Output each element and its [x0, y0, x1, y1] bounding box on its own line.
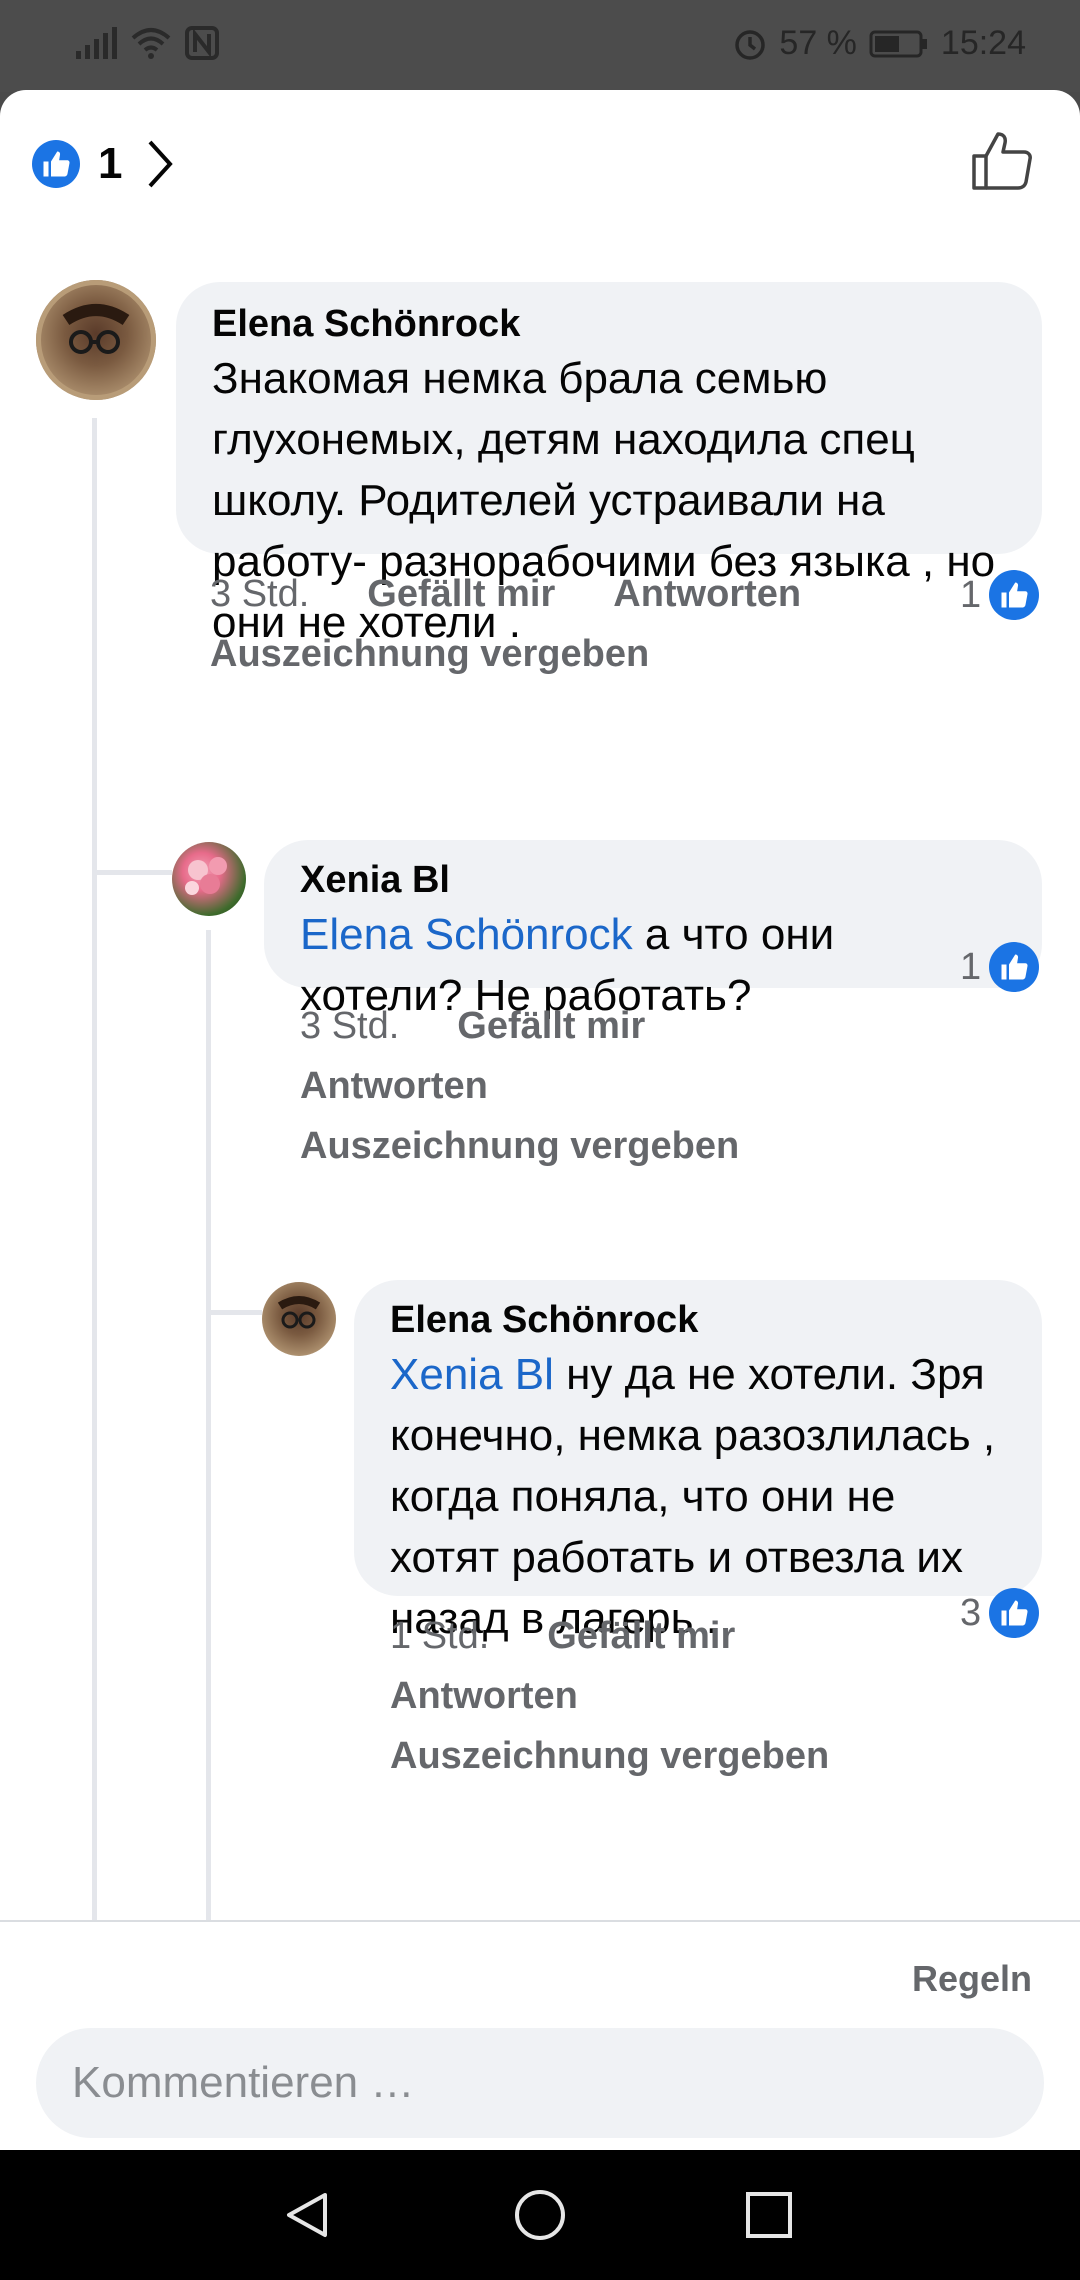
wifi-icon — [131, 28, 171, 59]
like-reaction-icon — [989, 570, 1040, 620]
comment-reactions[interactable]: 1 — [960, 570, 1040, 620]
like-reaction-icon — [989, 1588, 1040, 1638]
award-button[interactable]: Auszeichnung vergeben — [210, 633, 649, 675]
award-button[interactable]: Auszeichnung vergeben — [390, 1735, 829, 1777]
clock: 15:24 — [940, 24, 1026, 62]
reaction-count: 1 — [960, 945, 982, 988]
comment-actions: 1 Std. Gefällt mir Antworten Auszeichnung… — [390, 1606, 910, 1786]
avatar-image — [185, 857, 227, 895]
thread-line — [92, 418, 97, 2012]
like-button[interactable]: Gefällt mir — [367, 573, 555, 615]
comment-reactions[interactable]: 3 — [960, 1588, 1040, 1638]
recents-square-icon — [746, 2192, 792, 2238]
comment-input[interactable] — [36, 2028, 1044, 2138]
reply-button[interactable]: Antworten — [613, 573, 801, 615]
mention-link[interactable]: Xenia Bl — [390, 1350, 554, 1399]
back-button[interactable] — [272, 2180, 342, 2250]
comment-feed[interactable]: Elena Schönrock Знакомая немка брала сем… — [0, 230, 1080, 2012]
avatar[interactable] — [36, 280, 156, 400]
reaction-count: 3 — [960, 1591, 982, 1634]
recents-button[interactable] — [734, 2180, 804, 2250]
thread-line — [206, 930, 211, 2012]
like-button[interactable]: Gefällt mir — [547, 1615, 735, 1657]
like-button[interactable]: Gefällt mir — [457, 1005, 645, 1047]
battery-percent: 57 % — [779, 24, 857, 62]
comment-bubble[interactable]: Elena Schönrock Xenia Bl ну да не хотели… — [354, 1280, 1042, 1643]
nfc-icon — [185, 26, 219, 60]
comment-bubble[interactable]: Elena Schönrock Знакомая немка брала сем… — [176, 282, 1042, 647]
alarm-icon — [735, 29, 766, 60]
comment-author[interactable]: Elena Schönrock — [212, 300, 1006, 348]
comments-sheet: 1 Elena Schönrock Знакомая немка брала с… — [0, 90, 1080, 2150]
avatar[interactable] — [172, 842, 246, 916]
sheet-header: 1 — [0, 90, 1080, 230]
mention-link[interactable]: Elena Schönrock — [300, 910, 633, 959]
back-triangle-icon — [287, 2193, 327, 2237]
comment-bubble[interactable]: Xenia Bl Elena Schönrock а что они хотел… — [264, 840, 1042, 1020]
thread-connector — [92, 870, 172, 875]
comment-composer: Regeln — [0, 1920, 1080, 2150]
comment-author[interactable]: Xenia Bl — [300, 856, 1006, 904]
comment-time[interactable]: 3 Std. — [300, 1005, 399, 1047]
reply-button[interactable]: Antworten — [390, 1675, 578, 1717]
comment-author[interactable]: Elena Schönrock — [390, 1296, 1006, 1344]
avatar-image — [36, 280, 156, 400]
status-left — [76, 26, 219, 60]
reactions-summary[interactable]: 1 — [32, 134, 180, 194]
status-right: 57 % 15:24 — [733, 24, 1026, 63]
battery-icon — [869, 30, 927, 57]
reaction-count: 1 — [98, 139, 123, 188]
comment-reactions[interactable]: 1 — [960, 942, 1040, 992]
comment-time[interactable]: 3 Std. — [210, 573, 309, 615]
like-icon[interactable] — [970, 128, 1034, 192]
comment-actions: 3 Std. Gefällt mir Antworten Auszeichnung… — [300, 996, 800, 1176]
rules-link[interactable]: Regeln — [912, 1958, 1032, 2000]
comment-text: Xenia Bl ну да не хотели. Зря конечно, н… — [390, 1344, 1006, 1649]
avatar-image — [277, 1296, 321, 1329]
home-button[interactable] — [505, 2180, 575, 2250]
system-nav-bar — [0, 2150, 1080, 2280]
avatar[interactable] — [262, 1282, 336, 1356]
reaction-count: 1 — [960, 573, 982, 616]
award-button[interactable]: Auszeichnung vergeben — [300, 1125, 739, 1167]
chevron-right-icon[interactable] — [140, 134, 180, 194]
comment-time[interactable]: 1 Std. — [390, 1615, 489, 1657]
comment-actions: 3 Std. Gefällt mir Antworten Auszeichnung … — [210, 564, 970, 684]
status-bar: 57 % 15:24 — [0, 0, 1080, 92]
like-reaction-icon — [989, 942, 1040, 992]
reply-button[interactable]: Antworten — [300, 1065, 488, 1107]
like-reaction-icon — [32, 140, 80, 188]
signal-icon — [76, 27, 117, 59]
thread-connector — [206, 1310, 262, 1315]
home-circle-icon — [515, 2190, 565, 2240]
